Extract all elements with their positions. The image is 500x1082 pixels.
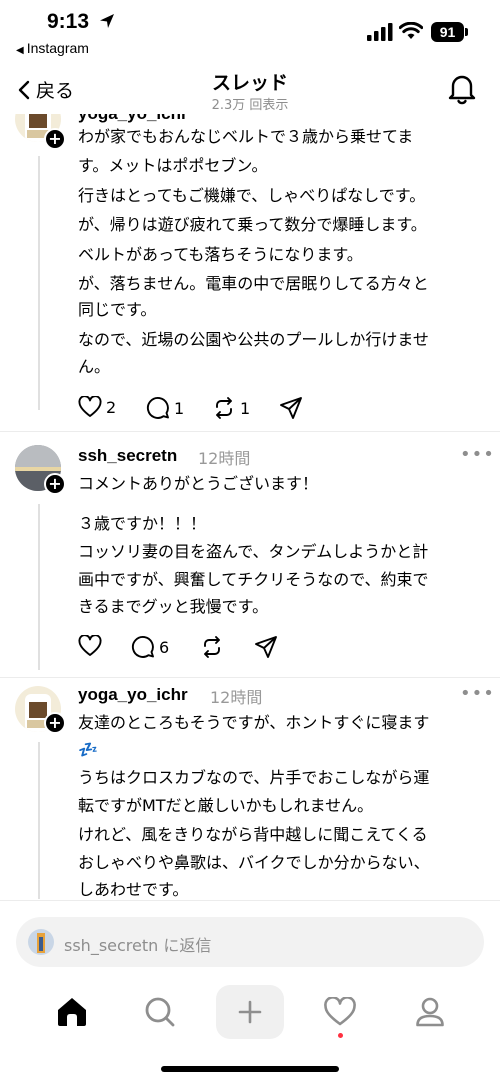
post-username[interactable]: ssh_secretn [78, 446, 177, 466]
thread-feed[interactable]: + yoga_yo_ichr わが家でもおんなじベルトで３歳から乗せてま す。メ… [0, 114, 500, 899]
post-text-line: 同じです。 [78, 300, 157, 319]
view-count: 2.3万 回表示 [211, 98, 289, 113]
post-text-line: おしゃべりや鼻歌は、バイクでしか分からない、 [78, 853, 430, 872]
post-text-line: きるまでグッと我慢です。 [78, 597, 269, 616]
comment-button[interactable]: 1 [146, 396, 184, 420]
share-icon [255, 636, 277, 658]
repost-icon [204, 636, 220, 658]
comment-count: 1 [174, 398, 185, 418]
home-indicator [161, 1066, 339, 1072]
notification-dot [338, 1033, 343, 1038]
back-app-label: Instagram [26, 40, 89, 56]
plus-icon [238, 1000, 262, 1024]
profile-icon [416, 997, 444, 1027]
more-icon[interactable]: ••• [460, 444, 495, 465]
thread-connector [38, 742, 40, 899]
search-icon [145, 997, 175, 1027]
post-text-line: 画中ですが、興奮してチクリそうなので、約束で [78, 570, 429, 589]
heart-icon [78, 396, 102, 417]
back-triangle-icon: ◀ [16, 45, 24, 56]
post-text-line: ん。 [78, 357, 111, 376]
reply-bar: ssh_secretn に返信 [0, 900, 500, 980]
post-text-line: ３歳ですか！！！ [78, 514, 207, 533]
repost-button[interactable] [200, 635, 224, 659]
post-divider [0, 677, 500, 678]
activity-heart-icon [324, 997, 356, 1026]
tab-profile[interactable] [398, 980, 462, 1044]
repost-count: 1 [240, 398, 251, 418]
post-time: 12時間 [198, 449, 251, 468]
follow-plus-icon[interactable]: + [44, 712, 66, 734]
post-text-line: 友達のところもそうですが、ホントすぐに寝ます [78, 713, 430, 732]
post-text-line: しあわせです。 [78, 880, 189, 899]
post-text-line: うちはクロスカブなので、片手でおこしながら運 [78, 768, 430, 787]
home-icon [58, 998, 86, 1026]
post-text-line: コッソリ妻の目を盗んで、タンデムしようかと計 [78, 542, 429, 561]
repost-icon [216, 397, 232, 419]
share-button[interactable] [279, 396, 303, 420]
back-to-app-link[interactable]: ◀ Instagram [16, 40, 89, 56]
repost-button[interactable]: 1 [212, 396, 250, 420]
post-text-line: ベルトがあっても落ちそうになります。 [78, 245, 363, 264]
post-text-line: が、帰りは遊び疲れて乗って数分で爆睡します。 [78, 215, 427, 234]
create-button[interactable] [216, 985, 284, 1039]
post-text-line: わが家でもおんなじベルトで３歳から乗せてま [78, 127, 414, 146]
thread-connector [38, 156, 40, 410]
battery-tip [465, 28, 468, 36]
comment-count: 6 [159, 637, 170, 657]
page-title: スレッド [211, 72, 288, 94]
location-arrow-icon [100, 14, 114, 28]
share-button[interactable] [254, 635, 278, 659]
reply-placeholder: ssh_secretn に返信 [64, 936, 212, 955]
follow-plus-icon[interactable]: + [44, 473, 66, 495]
status-bar: 9:13 ◀ Instagram 91 [0, 0, 500, 62]
like-button[interactable] [78, 635, 102, 657]
wifi-icon [399, 22, 423, 39]
post-text-line: 転ですがMTだと厳しいかもしれません。 [78, 796, 374, 815]
like-button[interactable]: 2 [78, 396, 116, 418]
tab-create[interactable] [216, 980, 284, 1044]
battery-icon: 91 [431, 22, 464, 42]
post-text-line: けれど、風をきりながら背中越しに聞こえてくる [78, 825, 428, 844]
post-text-line: が、落ちません。電車の中で居眠りしてる方々と [78, 274, 429, 293]
like-count: 2 [106, 397, 117, 417]
heart-icon [78, 635, 102, 656]
reply-avatar [28, 929, 54, 955]
post-text-line: 💤 [78, 740, 98, 759]
thread-header: 戻る スレッド 2.3万 回表示 [0, 62, 500, 114]
status-time: 9:13 [47, 10, 90, 33]
signal-icon [367, 23, 393, 41]
follow-plus-icon[interactable]: + [44, 128, 66, 150]
more-icon[interactable]: ••• [460, 683, 495, 704]
post-username[interactable]: yoga_yo_ichr [78, 114, 188, 124]
reply-input[interactable]: ssh_secretn に返信 [16, 917, 484, 967]
post-text-line: なので、近場の公園や公共のプールしか行けませ [78, 330, 429, 349]
post-divider [0, 431, 500, 432]
post-text-line: す。メットはポポセブン。 [78, 156, 268, 175]
post-text-line: コメントありがとうございます！ [78, 474, 319, 493]
post-text-line: 行きはとってもご機嫌で、しゃべりぱなしです。 [78, 186, 426, 205]
post-username[interactable]: yoga_yo_ichr [78, 685, 188, 705]
post-time: 12時間 [210, 688, 263, 707]
comment-icon [147, 397, 169, 419]
tab-home[interactable] [40, 980, 104, 1044]
comment-button[interactable]: 6 [131, 635, 169, 659]
share-icon [280, 397, 302, 419]
bell-icon[interactable] [447, 73, 477, 105]
comment-icon [132, 636, 154, 658]
tab-search[interactable] [128, 980, 192, 1044]
thread-connector [38, 504, 40, 670]
